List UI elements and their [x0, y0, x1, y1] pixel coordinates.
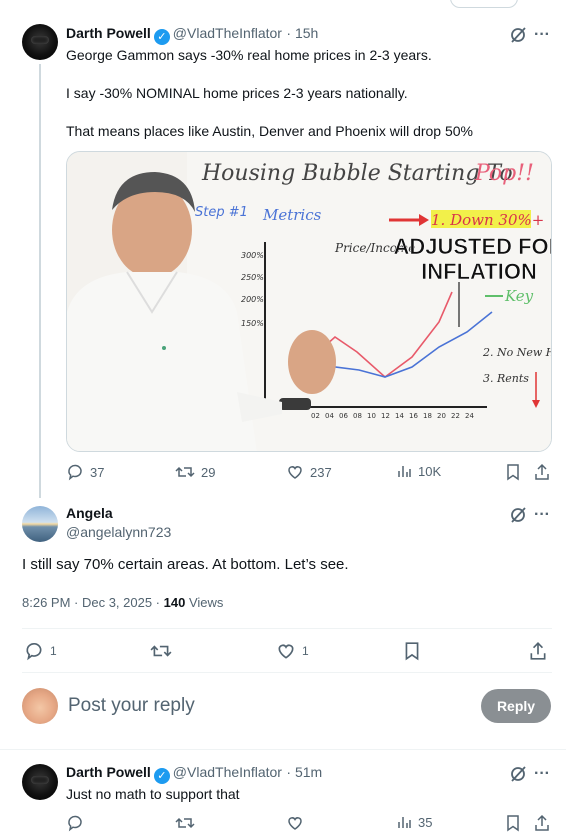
views-action[interactable]: 35 — [396, 814, 432, 830]
divider — [22, 672, 552, 673]
views-count: 10K — [418, 463, 442, 479]
reply-action[interactable]: 1 — [24, 641, 57, 661]
bookmark-icon[interactable] — [504, 463, 522, 481]
heart-icon — [288, 466, 302, 479]
x-tick: 06 — [339, 412, 348, 420]
verified-badge-icon: ✓ — [153, 29, 170, 45]
reply-views-count: 140 — [163, 595, 186, 610]
like-count: 237 — [310, 464, 332, 480]
divider — [22, 628, 552, 629]
x-tick: 14 — [395, 412, 404, 420]
tweet-line-1: George Gammon says -30% real home prices… — [66, 47, 432, 63]
y-tick: 300% — [241, 251, 264, 260]
reply-text: I still say 70% certain areas. At bottom… — [22, 556, 349, 573]
key-text: Key — [504, 287, 534, 305]
tweet-line-2: I say -30% NOMINAL home prices 2-3 years… — [66, 85, 408, 101]
like-action[interactable]: 237 — [286, 463, 332, 481]
heart-icon[interactable] — [286, 814, 304, 832]
reply-icon — [68, 464, 82, 481]
step-text: Step #1 — [195, 205, 248, 220]
grok-icon[interactable] — [508, 764, 528, 784]
retweet-action[interactable]: 29 — [175, 463, 215, 481]
x-tick: 22 — [451, 412, 460, 420]
share-icon[interactable] — [533, 814, 551, 832]
retweet-icon — [175, 466, 195, 478]
x-tick: 18 — [423, 412, 432, 420]
more-icon[interactable]: ··· — [532, 505, 552, 525]
avatar[interactable] — [22, 506, 58, 542]
reply-author-handle[interactable]: @angelalynn723 — [66, 524, 171, 540]
views-action[interactable]: 10K — [396, 463, 441, 479]
reply-input[interactable]: Post your reply — [68, 695, 195, 717]
author-handle[interactable]: @VladTheInflator — [173, 25, 282, 41]
tweet-header: Darth Powell ✓ @VladTheInflator · 15h — [66, 25, 318, 45]
tweet-time[interactable]: · 51m — [286, 764, 322, 780]
reply-count: 1 — [50, 644, 57, 658]
heart-icon — [278, 644, 294, 659]
x-tick: 20 — [437, 412, 446, 420]
reply-button[interactable]: Reply — [481, 689, 551, 723]
item-3-text: 3. Rents — [483, 372, 529, 385]
bookmark-icon[interactable] — [504, 814, 522, 832]
author-handle[interactable]: @VladTheInflator — [173, 764, 282, 780]
tweet-line-3: That means places like Austin, Denver an… — [66, 123, 473, 139]
x-tick: 10 — [367, 412, 376, 420]
x-tick: 16 — [409, 412, 418, 420]
share-icon[interactable] — [528, 641, 548, 661]
reply-count: 37 — [90, 464, 105, 480]
avatar[interactable] — [22, 24, 58, 60]
bookmark-icon[interactable] — [402, 641, 422, 661]
board-title: Housing Bubble Starting To — [201, 161, 513, 186]
overlay-line-2: INFLATION — [421, 259, 537, 284]
share-icon[interactable] — [533, 463, 551, 481]
grok-icon[interactable] — [508, 505, 528, 525]
views-icon — [398, 817, 411, 828]
item-2-text: 2. No New Hom — [482, 346, 552, 359]
overlay-line-1: ADJUSTED FOR — [393, 234, 552, 259]
down-text: 1. Down 30%+ — [431, 211, 544, 229]
views-count: 35 — [418, 814, 433, 830]
section-divider — [0, 749, 566, 750]
y-tick: 250% — [241, 273, 264, 282]
tweet-text: Just no math to support that — [66, 786, 240, 802]
grok-icon[interactable] — [508, 25, 528, 45]
board-title-pop: Pop!! — [474, 161, 534, 186]
author-name[interactable]: Darth Powell — [66, 25, 151, 41]
tweet-time[interactable]: · 15h — [286, 25, 318, 41]
reply-meta: 8:26 PM · Dec 3, 2025 · 140 Views — [22, 595, 223, 610]
views-icon — [398, 466, 411, 477]
x-tick: 12 — [381, 412, 390, 420]
thread-line — [39, 64, 41, 498]
x-tick: 04 — [325, 412, 334, 420]
retweet-icon[interactable] — [150, 641, 172, 661]
like-action[interactable]: 1 — [276, 641, 309, 661]
x-tick: 24 — [465, 412, 474, 420]
tweet-image[interactable]: Housing Bubble Starting To Pop!! Step #1… — [66, 151, 552, 452]
reply-timestamp[interactable]: 8:26 PM · Dec 3, 2025 · — [22, 595, 160, 610]
x-tick: 08 — [353, 412, 362, 420]
avatar[interactable] — [22, 764, 58, 800]
reply-action[interactable]: 37 — [66, 463, 104, 481]
more-icon[interactable]: ··· — [532, 764, 552, 784]
reply-author-name[interactable]: Angela — [66, 505, 113, 521]
reply-views-label: Views — [188, 595, 224, 610]
reply-icon[interactable] — [66, 814, 84, 832]
author-name[interactable]: Darth Powell — [66, 764, 151, 780]
retweet-icon[interactable] — [175, 814, 195, 832]
reply-icon — [26, 642, 42, 661]
y-tick: 150% — [241, 319, 264, 328]
retweet-count: 29 — [201, 464, 216, 480]
more-icon[interactable]: ··· — [532, 25, 552, 45]
avatar — [22, 688, 58, 724]
y-tick: 200% — [241, 295, 264, 304]
metrics-text: Metrics — [262, 206, 322, 224]
like-count: 1 — [302, 644, 309, 658]
tweet-header: Darth Powell ✓ @VladTheInflator · 51m — [66, 764, 322, 784]
x-tick: 02 — [311, 412, 320, 420]
follow-button-partial[interactable] — [450, 0, 518, 8]
whiteboard-illustration: Housing Bubble Starting To Pop!! Step #1… — [67, 152, 552, 451]
verified-badge-icon: ✓ — [153, 768, 170, 784]
